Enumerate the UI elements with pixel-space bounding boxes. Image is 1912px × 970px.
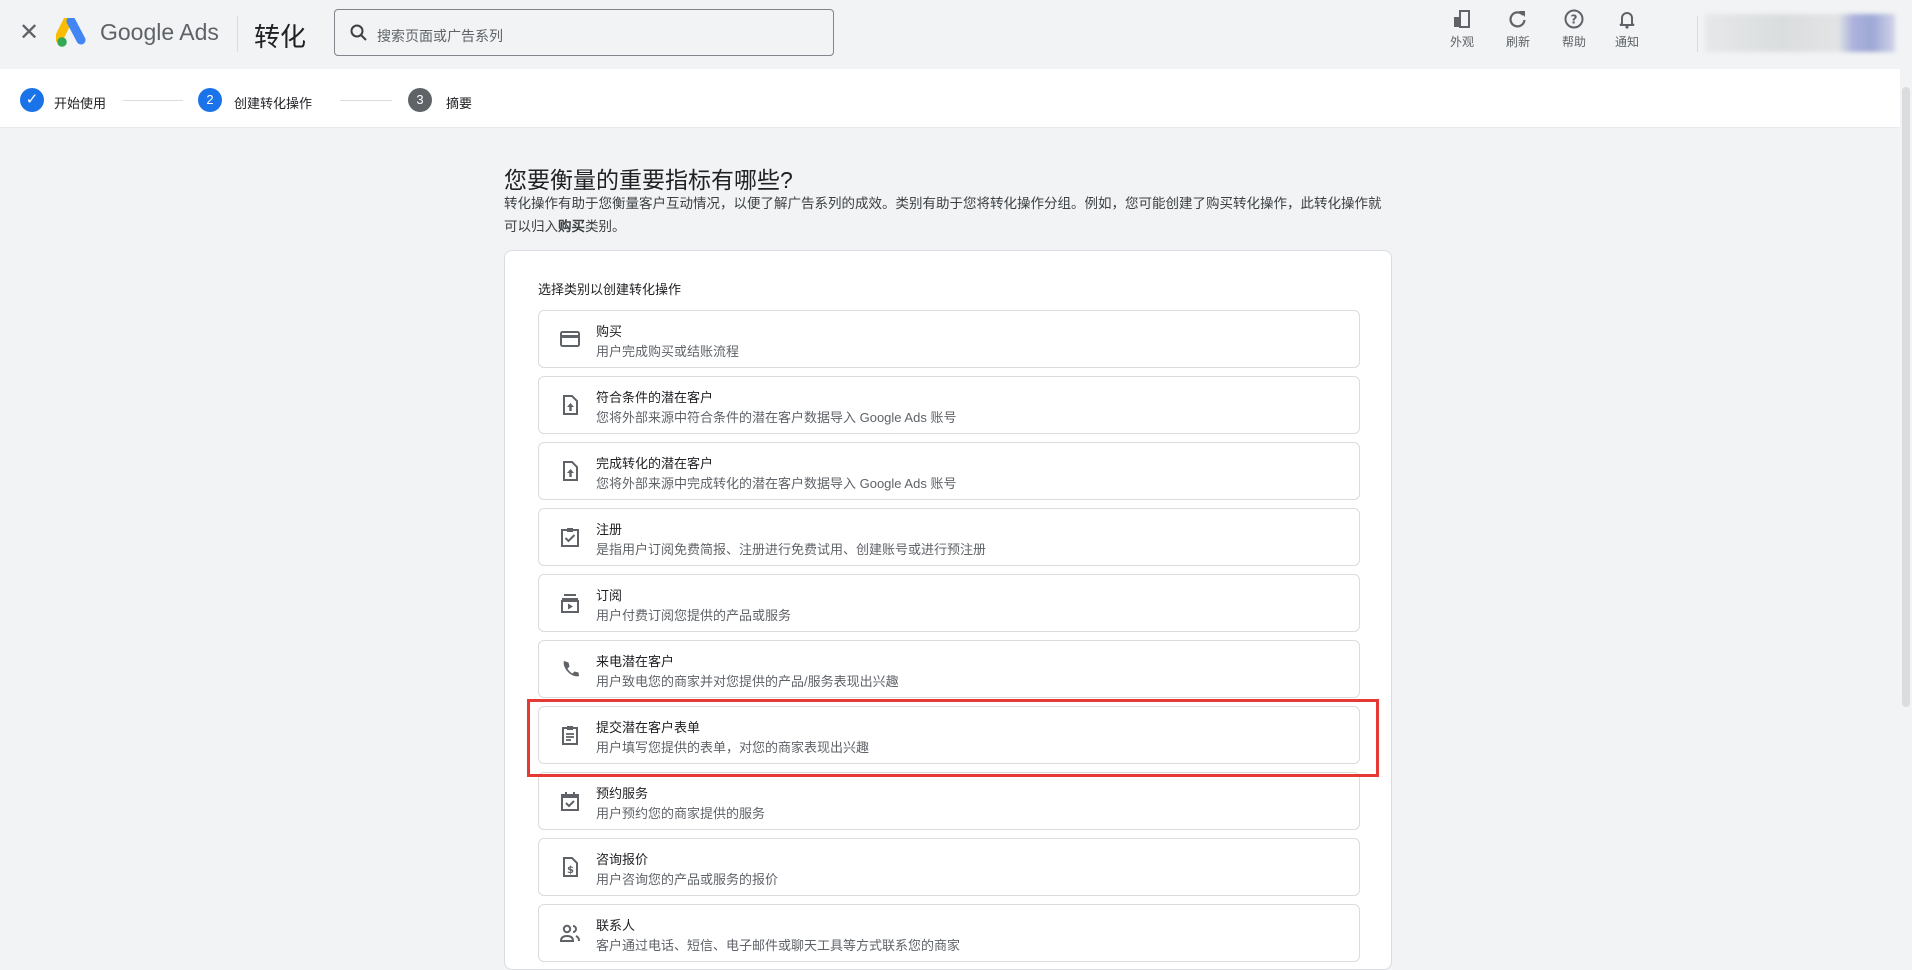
file-upload-icon [563,395,578,415]
clipboard-check-icon [561,528,579,547]
brand-name: Google Ads [100,19,219,45]
account-switcher[interactable] [1705,14,1895,52]
card-label: 选择类别以创建转化操作 [538,282,682,297]
category-description: 用户致电您的商家并对您提供的产品/服务表现出兴趣 [596,674,899,689]
stepper: ✓ 开始使用 2 创建转化操作 3 摘要 [0,69,1900,128]
notifications-button[interactable]: 通知 [1602,8,1652,50]
search-placeholder: 搜索页面或广告系列 [377,28,503,44]
category-description: 用户预约您的商家提供的服务 [596,806,766,821]
category-item[interactable]: 购买用户完成购买或结账流程 [538,310,1360,368]
search-icon [350,24,367,41]
category-title: 来电潜在客户 [596,654,675,669]
step-1-check-icon: ✓ [20,88,44,112]
highlight-box [527,699,1379,777]
step-2-label: 创建转化操作 [234,96,313,111]
step-2-number: 2 [198,88,222,112]
credit-card-icon [560,331,580,347]
close-icon[interactable]: ✕ [18,21,40,45]
refresh-button[interactable]: 刷新 [1493,8,1543,50]
category-title: 注册 [596,522,623,537]
category-description: 用户咨询您的产品或服务的报价 [596,872,779,887]
appearance-button[interactable]: 外观 [1437,8,1487,50]
divider [1697,16,1698,52]
subscriptions-icon [561,594,579,613]
category-card: 选择类别以创建转化操作 购买用户完成购买或结账流程 符合条件的潜在客户您将外部来源… [504,250,1392,970]
step-1-label: 开始使用 [54,96,107,111]
search-input[interactable]: 搜索页面或广告系列 [334,9,834,56]
phone-icon [563,661,579,677]
section-description: 转化操作有助于您衡量客户互动情况，以便了解广告系列的成效。类别有助于您将转化操作… [504,196,1382,234]
category-item[interactable]: $ 咨询报价用户咨询您的产品或服务的报价 [538,838,1360,896]
category-description: 客户通过电话、短信、电子邮件或聊天工具等方式联系您的商家 [596,938,961,953]
category-description: 是指用户订阅免费简报、注册进行免费试用、创建账号或进行预注册 [596,542,987,557]
appearance-icon [1454,10,1470,28]
category-description: 您将外部来源中符合条件的潜在客户数据导入 Google Ads 账号 [596,410,957,425]
quote-icon: $ [563,857,578,877]
google-ads-logo [56,18,86,47]
divider [237,16,238,52]
file-upload-icon [563,461,578,481]
help-button[interactable]: ? 帮助 [1549,8,1599,50]
bell-icon [1619,12,1635,29]
step-3-label: 摘要 [446,96,473,111]
top-bar: ✕ Google Ads 转化 搜索页面或广告系列 外观 刷新 ? 帮助 通知 [0,0,1912,69]
category-item[interactable]: 符合条件的潜在客户您将外部来源中符合条件的潜在客户数据导入 Google Ads… [538,376,1360,434]
category-title: 完成转化的潜在客户 [596,456,714,471]
help-icon: ? [1564,9,1584,29]
scrollbar-thumb[interactable] [1902,87,1910,707]
category-title: 联系人 [596,918,636,933]
calendar-check-icon [561,792,579,811]
category-title: 购买 [596,324,623,339]
category-title: 符合条件的潜在客户 [596,390,714,405]
svg-text:$: $ [567,865,574,876]
step-3-number: 3 [408,88,432,112]
refresh-icon [1509,11,1526,28]
step-connector [123,100,183,101]
category-title: 订阅 [596,588,623,603]
category-description: 用户完成购买或结账流程 [596,344,740,359]
section-heading: 您要衡量的重要指标有哪些? [504,167,793,193]
category-item[interactable]: 注册是指用户订阅免费简报、注册进行免费试用、创建账号或进行预注册 [538,508,1360,566]
category-item[interactable]: 预约服务用户预约您的商家提供的服务 [538,772,1360,830]
page-title: 转化 [254,22,307,52]
category-title: 咨询报价 [596,852,649,867]
step-connector [340,100,392,101]
category-item[interactable]: 订阅用户付费订阅您提供的产品或服务 [538,574,1360,632]
category-description: 您将外部来源中完成转化的潜在客户数据导入 Google Ads 账号 [596,476,957,491]
category-item[interactable]: 完成转化的潜在客户您将外部来源中完成转化的潜在客户数据导入 Google Ads… [538,442,1360,500]
svg-text:?: ? [1571,13,1578,27]
scrollbar[interactable] [1900,69,1912,946]
category-description: 用户付费订阅您提供的产品或服务 [596,608,792,623]
contacts-icon [559,924,580,942]
category-item[interactable]: 联系人客户通过电话、短信、电子邮件或聊天工具等方式联系您的商家 [538,904,1360,962]
category-item[interactable]: 来电潜在客户用户致电您的商家并对您提供的产品/服务表现出兴趣 [538,640,1360,698]
category-title: 预约服务 [596,786,649,801]
